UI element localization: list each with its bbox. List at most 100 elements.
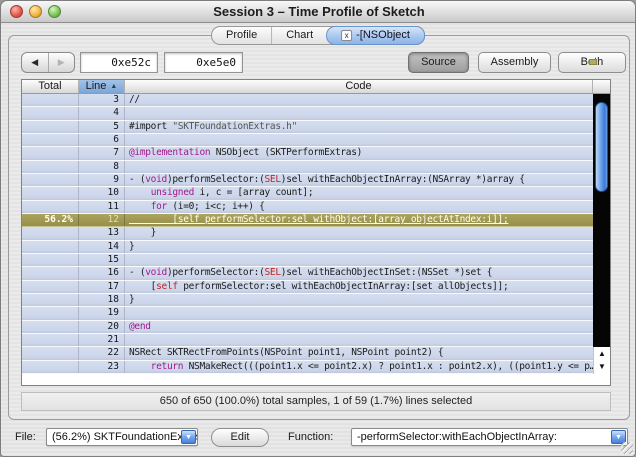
sort-ascending-icon: ▲	[110, 83, 118, 90]
resize-grip-icon[interactable]	[621, 442, 633, 454]
function-popup[interactable]: -performSelector:withEachObjectInArray: …	[351, 428, 628, 446]
code-line-row-4[interactable]: 4	[22, 107, 593, 121]
function-label: Function:	[288, 431, 334, 443]
total-cell	[22, 360, 79, 373]
address-end-field[interactable]: 0xe5e0	[164, 52, 243, 73]
line-number-cell: 13	[79, 227, 125, 240]
code-cell: return NSMakeRect(((point1.x <= point2.x…	[150, 360, 593, 372]
line-number-cell: 12	[79, 213, 125, 227]
file-popup-arrow-icon[interactable]: ▼	[181, 430, 196, 444]
code-line-row-17[interactable]: 17 [self performSelector:sel withEachObj…	[22, 280, 593, 294]
code-cell: }	[129, 240, 135, 252]
total-cell	[22, 240, 79, 253]
vertical-scrollbar-thumb[interactable]	[595, 102, 608, 192]
total-cell	[22, 173, 79, 187]
total-cell	[22, 187, 79, 200]
code-line-row-16[interactable]: 16 - (void)performSelector:(SEL)sel withE…	[22, 267, 593, 281]
code-cell: for (i=0; i<c; i++) {	[150, 200, 265, 212]
total-cell	[22, 227, 79, 240]
code-line-row-22[interactable]: 22 NSRect SKTRectFromPoints(NSPoint point…	[22, 347, 593, 361]
code-line-row-18[interactable]: 18}	[22, 293, 593, 308]
line-number-cell: 7	[79, 147, 125, 160]
tab-chart[interactable]: Chart	[271, 27, 327, 44]
code-line-row-19[interactable]: 19	[22, 307, 593, 321]
line-number-cell: 15	[79, 253, 125, 267]
code-line-row-10[interactable]: 10 unsigned i, c = [array count];	[22, 187, 593, 201]
code-line-row-5[interactable]: 5 #import "SKTFoundationExtras.h"	[22, 120, 593, 134]
line-number-cell: 11	[79, 200, 125, 213]
code-line-row-7[interactable]: 7 @implementation NSObject (SKTPerformExt…	[22, 147, 593, 161]
line-number-cell: 5	[79, 120, 125, 133]
code-cell	[125, 307, 593, 319]
total-cell	[22, 147, 79, 160]
edit-button[interactable]: Edit	[211, 428, 269, 447]
code-line-row-11[interactable]: 11 for (i=0; i<c; i++) {	[22, 200, 593, 214]
scroll-down-icon[interactable]: ▼	[594, 360, 610, 373]
file-popup[interactable]: (56.2%) SKTFoundationExtras ▼	[46, 428, 198, 446]
code-cell: [self performSelector:sel withObject:[ar…	[129, 213, 509, 225]
line-number-cell: 9	[79, 173, 125, 187]
function-popup-value: -performSelector:withEachObjectInArray:	[357, 431, 557, 443]
code-line-row-3[interactable]: 3 //	[22, 94, 593, 108]
header-corner	[593, 80, 610, 93]
tab-nsobject-label: -[NSObject	[356, 29, 410, 41]
line-number-cell: 23	[79, 360, 125, 373]
code-line-row-6[interactable]: 6	[22, 133, 593, 148]
source-view-button[interactable]: Source	[408, 52, 469, 73]
file-popup-value: (56.2%) SKTFoundationExtras	[52, 431, 197, 443]
code-line-row-20[interactable]: 20 @end	[22, 320, 593, 334]
hot-line-marker	[589, 59, 597, 65]
code-cell	[125, 134, 593, 146]
line-number-cell: 19	[79, 307, 125, 320]
tab-bar: Profile Chart x -[NSObject	[211, 26, 425, 45]
column-header-line[interactable]: Line ▲	[79, 80, 125, 93]
line-number-cell: 14	[79, 240, 125, 253]
code-cell: @end	[129, 320, 151, 332]
code-line-row-8[interactable]: 8	[22, 160, 593, 174]
code-cell: //	[129, 94, 140, 105]
tab-nsobject[interactable]: x -[NSObject	[326, 26, 425, 45]
line-number-cell: 3	[79, 94, 125, 107]
history-nav-control: ◀ ▶	[21, 52, 75, 73]
total-cell	[22, 133, 79, 147]
tab-profile[interactable]: Profile	[212, 27, 271, 44]
column-header-total[interactable]: Total	[22, 80, 79, 93]
total-cell	[22, 160, 79, 173]
total-cell	[22, 107, 79, 120]
code-rows: 3 // 4 5 #import "SKTFoundationExtras.h" 6 7 @i…	[22, 94, 593, 374]
code-line-row-21[interactable]: 21	[22, 333, 593, 348]
line-number-cell: 17	[79, 280, 125, 293]
code-line-row-13[interactable]: 13 }	[22, 227, 593, 241]
total-cell	[22, 253, 79, 267]
tab-close-icon[interactable]: x	[341, 30, 353, 41]
line-number-cell: 16	[79, 267, 125, 280]
column-header-code[interactable]: Code	[125, 80, 593, 93]
line-number-cell: 18	[79, 293, 125, 307]
title-bar[interactable]: Session 3 – Time Profile of Sketch	[1, 1, 635, 23]
line-number-cell: 22	[79, 347, 125, 360]
forward-button[interactable]: ▶	[49, 53, 75, 72]
back-button[interactable]: ◀	[22, 53, 49, 72]
assembly-view-button[interactable]: Assembly	[478, 52, 551, 73]
code-cell: - (void)performSelector:(SEL)sel withEac…	[129, 173, 525, 185]
code-cell: @implementation NSObject (SKTPerformExtr…	[129, 147, 363, 159]
code-line-row-23[interactable]: 23 return NSMakeRect(((point1.x <= point…	[22, 360, 593, 374]
line-number-cell: 10	[79, 187, 125, 200]
scroll-up-icon[interactable]: ▲	[594, 347, 610, 360]
code-cell: }	[129, 293, 135, 305]
total-cell	[22, 120, 79, 133]
code-line-row-15[interactable]: 15	[22, 253, 593, 268]
code-line-row-14[interactable]: 14}	[22, 240, 593, 254]
total-cell	[22, 333, 79, 347]
line-number-cell: 4	[79, 107, 125, 120]
code-line-row-9[interactable]: 9 - (void)performSelector:(SEL)sel withEa…	[22, 173, 593, 188]
total-cell: 56.2%	[22, 213, 79, 227]
total-cell	[22, 200, 79, 213]
line-number-cell: 6	[79, 133, 125, 147]
code-line-row-12[interactable]: 56.2% 12 [self performSelector:sel withOb…	[22, 213, 593, 228]
window-title: Session 3 – Time Profile of Sketch	[213, 4, 425, 19]
vertical-scrollbar-track[interactable]	[593, 94, 610, 347]
address-start-field[interactable]: 0xe52c	[80, 52, 158, 73]
total-cell	[22, 307, 79, 320]
code-cell: }	[129, 227, 157, 239]
